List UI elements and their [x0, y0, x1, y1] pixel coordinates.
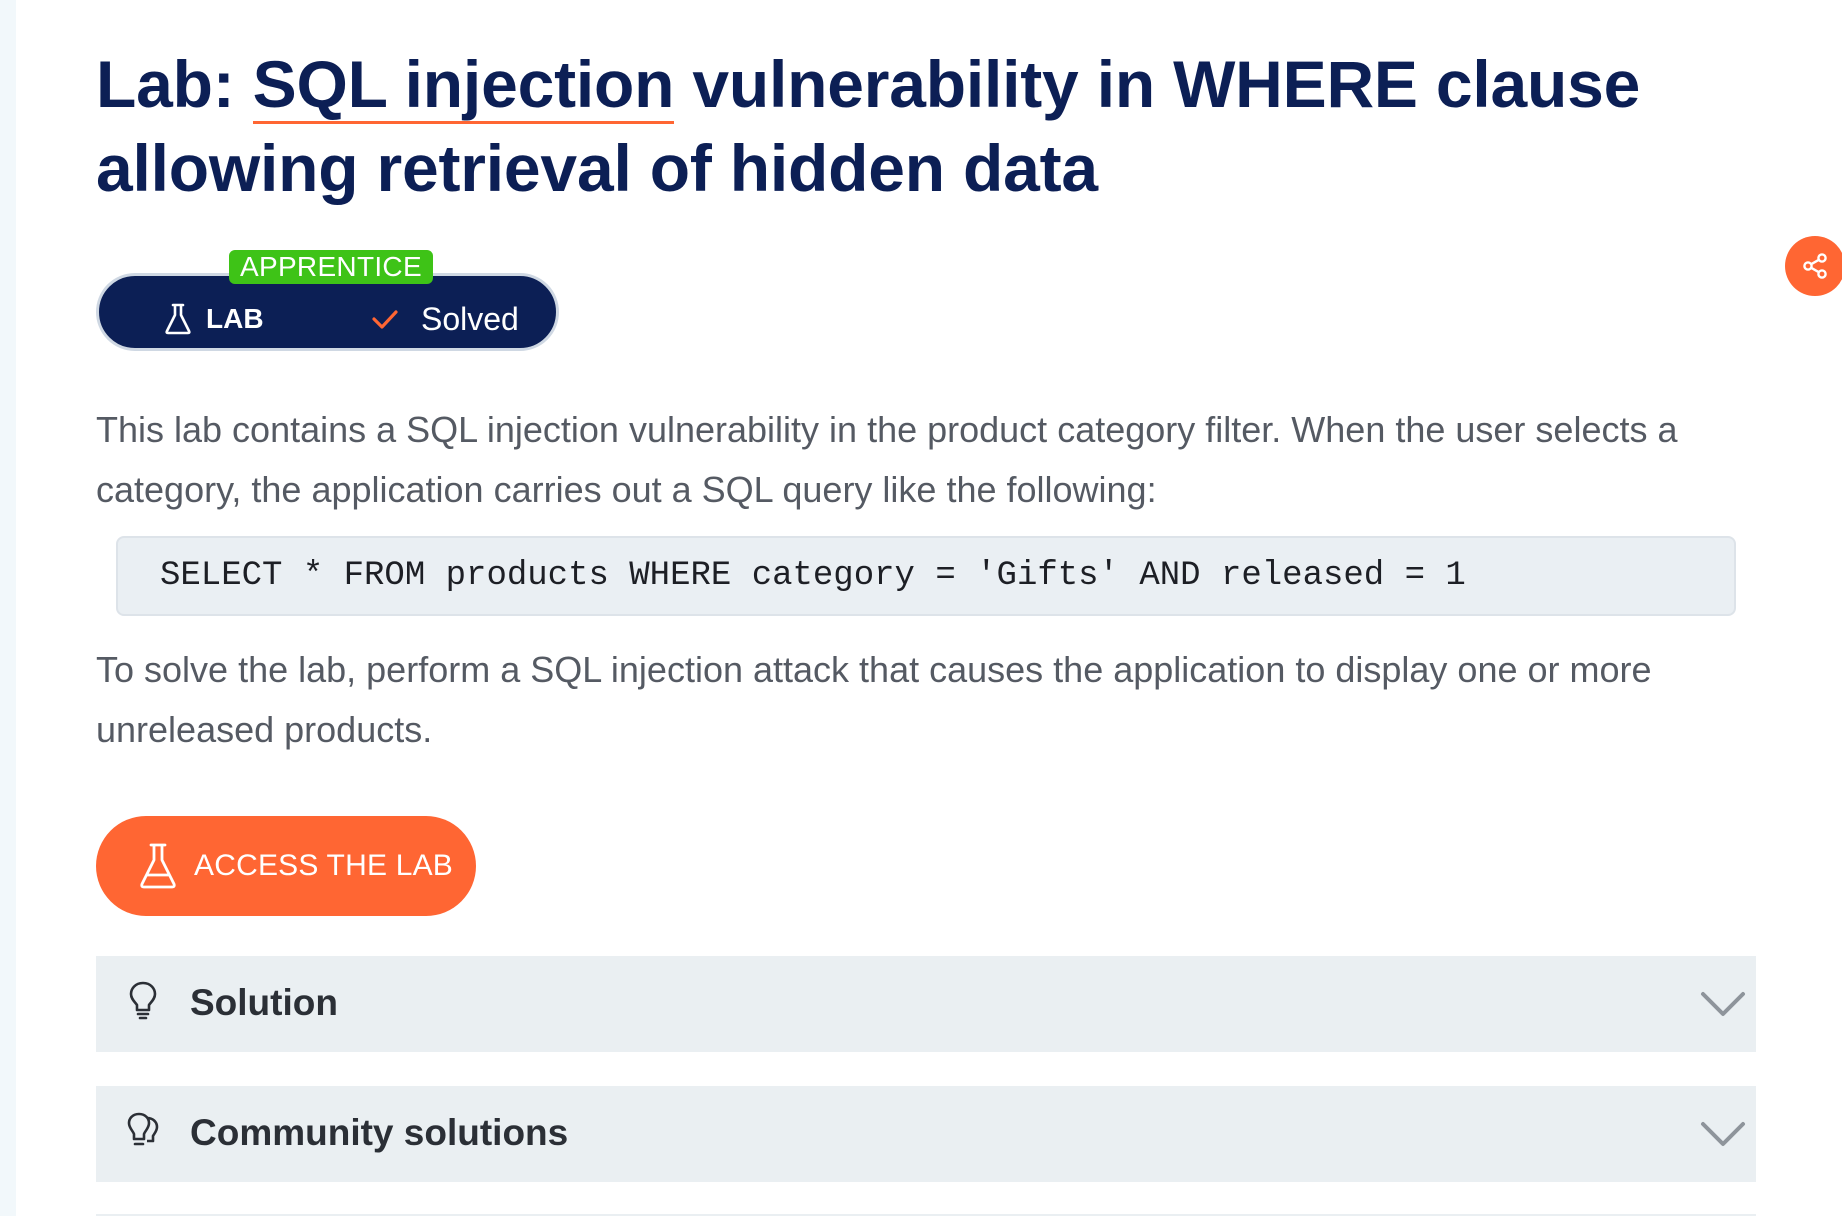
title-topic-link[interactable]: SQL injection: [252, 47, 674, 124]
community-solutions-accordion[interactable]: Community solutions: [96, 1086, 1756, 1182]
flask-icon: [165, 303, 191, 335]
page-title: Lab: SQL injection vulnerability in WHER…: [96, 42, 1756, 210]
sql-code-block: SELECT * FROM products WHERE category = …: [116, 536, 1736, 616]
solution-accordion[interactable]: Solution: [96, 956, 1756, 1052]
share-button[interactable]: [1785, 236, 1842, 296]
level-tag: APPRENTICE: [229, 250, 433, 284]
lightbulb-icon: [129, 981, 157, 1020]
community-solutions-label: Community solutions: [190, 1112, 569, 1153]
checkmark-icon: [372, 310, 398, 329]
lab-objective: To solve the lab, perform a SQL injectio…: [96, 649, 1652, 750]
lab-type-label: LAB: [206, 303, 264, 334]
lab-status-badge: APPRENTICE LAB Solved: [96, 250, 561, 352]
solved-status: Solved: [371, 300, 519, 338]
lab-description: This lab contains a SQL injection vulner…: [96, 409, 1678, 510]
flask-icon: [140, 843, 176, 889]
access-lab-label: ACCESS THE LAB: [194, 849, 454, 882]
access-lab-button[interactable]: ACCESS THE LAB: [96, 816, 476, 916]
chevron-down-icon: [1701, 992, 1745, 1016]
title-prefix: Lab:: [96, 47, 253, 121]
status-pill: LAB Solved: [96, 273, 559, 351]
lab-type: LAB: [164, 301, 264, 337]
solution-label: Solution: [190, 982, 338, 1023]
solved-label: Solved: [421, 300, 519, 337]
page: Lab: SQL injection vulnerability in WHER…: [16, 0, 1842, 1216]
lightbulbs-icon: [127, 1112, 159, 1146]
share-icon: [1803, 253, 1827, 279]
chevron-down-icon: [1701, 1122, 1745, 1146]
